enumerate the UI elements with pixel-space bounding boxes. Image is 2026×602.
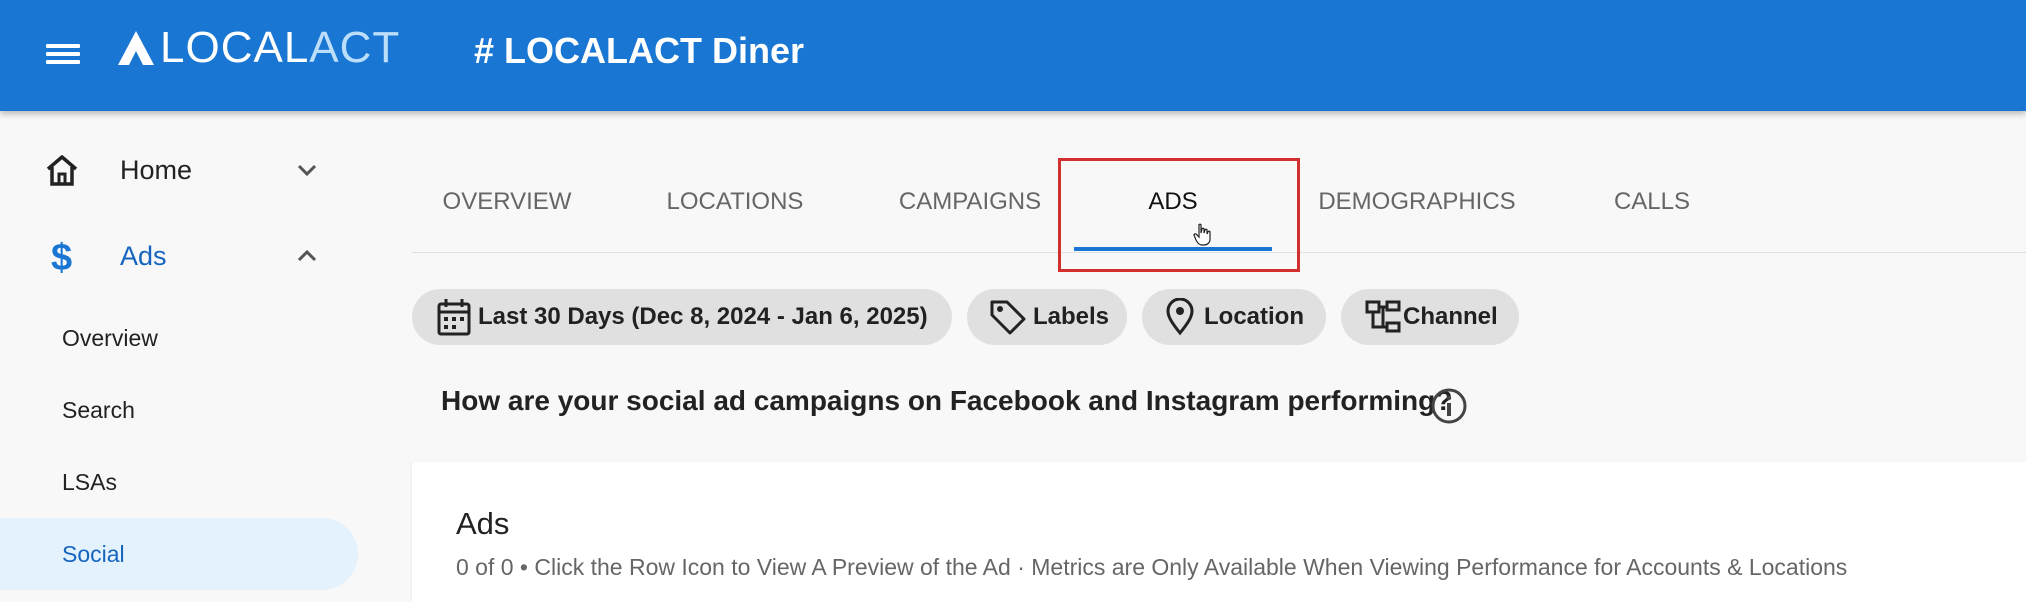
card-title: Ads bbox=[456, 506, 510, 541]
app-header: LOCALACT # LOCALACT Diner bbox=[0, 0, 2026, 111]
location-filter-label: Location bbox=[1204, 303, 1304, 330]
sidebar-subitem-social[interactable]: Social bbox=[0, 518, 358, 590]
tab-locations[interactable]: LOCATIONS bbox=[645, 150, 825, 253]
section-question: How are your social ad campaigns on Face… bbox=[441, 385, 1453, 416]
logo-mark-icon bbox=[118, 31, 154, 65]
tab-overview[interactable]: OVERVIEW bbox=[422, 150, 592, 253]
channel-filter[interactable]: Channel bbox=[1341, 289, 1519, 345]
logo[interactable]: LOCALACT bbox=[116, 23, 400, 72]
labels-filter[interactable]: Labels bbox=[967, 289, 1127, 345]
sidebar: Home $ Ads Overview Search LSAs Social bbox=[0, 111, 360, 602]
sidebar-item-home[interactable]: Home bbox=[0, 140, 360, 200]
chevron-up-icon[interactable] bbox=[293, 242, 321, 270]
svg-text:$: $ bbox=[51, 237, 72, 276]
sidebar-subitem-search[interactable]: Search bbox=[0, 374, 358, 446]
date-range-label: Last 30 Days (Dec 8, 2024 - Jan 6, 2025) bbox=[478, 303, 928, 330]
location-filter[interactable]: Location bbox=[1142, 289, 1326, 345]
ads-card: Ads 0 of 0 • Click the Row Icon to View … bbox=[412, 462, 2026, 602]
channel-filter-label: Channel bbox=[1403, 303, 1498, 330]
card-subtitle: 0 of 0 • Click the Row Icon to View A Pr… bbox=[456, 554, 1848, 580]
sidebar-subitem-overview[interactable]: Overview bbox=[0, 302, 358, 374]
sidebar-subitem-lsas[interactable]: LSAs bbox=[0, 446, 358, 518]
location-pin-icon bbox=[1166, 298, 1194, 336]
tab-campaigns[interactable]: CAMPAIGNS bbox=[870, 150, 1070, 253]
hand-cursor-icon bbox=[1193, 223, 1211, 246]
page-title: # LOCALACT Diner bbox=[474, 30, 805, 71]
tag-icon bbox=[990, 300, 1026, 335]
dollar-icon: $ bbox=[51, 237, 72, 276]
tab-calls[interactable]: CALLS bbox=[1592, 150, 1712, 253]
highlight-box bbox=[1058, 158, 1300, 272]
menu-button[interactable] bbox=[40, 36, 86, 72]
date-range-filter[interactable]: Last 30 Days (Dec 8, 2024 - Jan 6, 2025) bbox=[412, 289, 952, 345]
tab-demographics[interactable]: DEMOGRAPHICS bbox=[1302, 150, 1532, 253]
sidebar-item-label: Home bbox=[120, 154, 193, 185]
sidebar-item-ads[interactable]: $ Ads bbox=[0, 226, 360, 286]
channel-tree-icon bbox=[1365, 300, 1401, 333]
home-icon bbox=[46, 155, 78, 186]
calendar-icon bbox=[437, 299, 471, 336]
labels-filter-label: Labels bbox=[1033, 303, 1110, 330]
chevron-down-icon[interactable] bbox=[293, 156, 321, 184]
info-icon[interactable] bbox=[1430, 387, 1468, 425]
sidebar-item-label: Ads bbox=[120, 240, 167, 271]
menu-icon bbox=[46, 44, 80, 48]
